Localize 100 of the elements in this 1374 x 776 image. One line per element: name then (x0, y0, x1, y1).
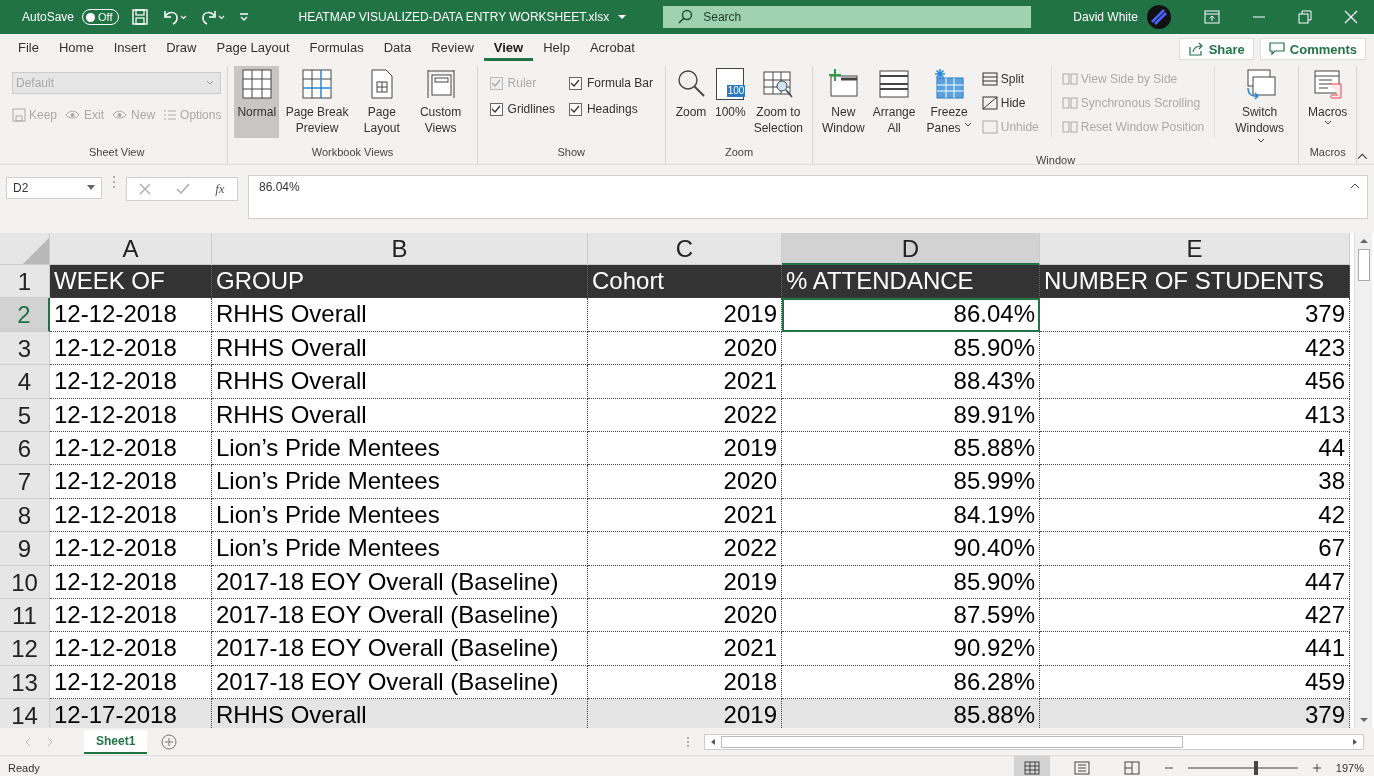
search-field[interactable]: Search (663, 6, 1032, 28)
new-window-icon (827, 68, 860, 100)
table-cell: 87.59% (782, 598, 1040, 633)
ribbon-tab[interactable]: Data (373, 34, 422, 64)
zoom-100-button[interactable]: 100 100% (711, 66, 749, 138)
zoom-in-icon[interactable] (1311, 763, 1322, 773)
check-icon[interactable] (176, 183, 191, 195)
row-header[interactable]: 7 (0, 465, 50, 499)
scroll-left-icon[interactable] (709, 737, 717, 746)
ribbon-checkbox[interactable]: Formula Bar (568, 76, 653, 90)
status-text: Ready (8, 762, 40, 774)
table-cell: 38 (1040, 465, 1350, 499)
document-title[interactable]: HEATMAP VISUALIZED-DATA ENTRY WORKSHEET.xlsx (298, 10, 610, 24)
window-small-button[interactable]: Split (981, 68, 1039, 90)
save-icon (12, 108, 26, 122)
scroll-up-icon[interactable] (1358, 237, 1369, 245)
workbook-view-button[interactable]: Custom Views (410, 66, 471, 138)
horizontal-scrollbar[interactable] (704, 733, 1364, 750)
add-sheet-icon[interactable] (161, 733, 178, 750)
window-button[interactable]: New Window (819, 66, 868, 138)
row-header[interactable]: 2 (0, 298, 50, 332)
window-button[interactable]: Arrange All (869, 66, 919, 138)
row-header[interactable]: 5 (0, 398, 50, 432)
column-header[interactable]: D (782, 233, 1040, 265)
ribbon-checkbox[interactable]: Headings (568, 102, 653, 116)
table-cell: RHHS Overall (212, 699, 588, 728)
caret-icon[interactable] (617, 12, 628, 22)
cancel-icon[interactable] (139, 183, 152, 195)
normal-view-button[interactable] (1013, 756, 1050, 776)
ribbon-tab[interactable]: Home (48, 34, 104, 64)
window-button[interactable]: Freeze Panes (920, 66, 978, 138)
window-small-button[interactable]: Hide (981, 92, 1039, 114)
avatar-icon[interactable] (1146, 4, 1172, 30)
scroll-down-icon[interactable] (1358, 716, 1369, 724)
name-box[interactable]: D2 (6, 177, 102, 199)
scroll-right-icon[interactable] (1351, 737, 1359, 746)
zoom-to-selection-button[interactable]: Zoom to Selection (750, 66, 807, 138)
sheet-tab[interactable]: Sheet1 (84, 729, 148, 754)
ribbon-tab[interactable]: Acrobat (579, 34, 645, 64)
insert-function-button[interactable]: fx (215, 181, 225, 197)
checkmark-icon (491, 78, 502, 88)
page-icon (1073, 761, 1090, 775)
row-header[interactable]: 9 (0, 532, 50, 566)
row-header[interactable]: 10 (0, 565, 50, 599)
workbook-view-button[interactable]: Page Layout (355, 66, 409, 138)
column-header[interactable]: C (588, 233, 782, 265)
zoom-slider-thumb[interactable] (1254, 761, 1259, 775)
table-cell: 85.88% (782, 431, 1040, 466)
table-cell: 85.88% (782, 699, 1040, 728)
ribbon-checkbox[interactable]: Gridlines (489, 102, 555, 116)
ribbon-display-icon[interactable] (1204, 10, 1220, 24)
switch-windows-button[interactable]: Switch Windows (1227, 66, 1293, 154)
collapse-ribbon-icon[interactable] (1357, 152, 1368, 160)
restore-icon[interactable] (1298, 10, 1312, 24)
row-header[interactable]: 1 (0, 265, 50, 299)
column-header[interactable]: B (212, 233, 588, 265)
workbook-view-button[interactable]: Normal (234, 66, 280, 138)
user-name[interactable]: David White (1073, 10, 1138, 24)
row-header[interactable]: 3 (0, 331, 50, 366)
zoom-button[interactable]: Zoom (671, 66, 710, 138)
row-header[interactable]: 4 (0, 365, 50, 399)
table-cell: 2019 (588, 565, 782, 599)
formula-input[interactable]: 86.04% (248, 175, 1368, 219)
row-header[interactable]: 8 (0, 498, 50, 533)
ribbon-tab[interactable]: File (8, 34, 49, 64)
column-header[interactable]: A (50, 233, 212, 265)
ribbon-tab[interactable]: View (483, 37, 534, 61)
close-icon[interactable] (1344, 10, 1358, 24)
table-cell: 2019 (588, 699, 782, 728)
table-cell: 12-17-2018 (50, 699, 212, 728)
ribbon-tab[interactable]: Formulas (299, 34, 374, 64)
row-header[interactable]: 13 (0, 665, 50, 700)
workbook-view-button[interactable]: Page Break Preview (281, 66, 354, 138)
share-button[interactable]: Share (1178, 38, 1254, 60)
table-cell: RHHS Overall (212, 298, 588, 332)
save-icon[interactable] (130, 8, 149, 26)
comments-button[interactable]: Comments (1259, 38, 1366, 60)
table-cell: 427 (1040, 598, 1350, 633)
row-header[interactable]: 11 (0, 598, 50, 633)
ribbon-tab[interactable]: Help (533, 34, 580, 64)
table-cell: 379 (1040, 298, 1350, 332)
zoom-slider[interactable] (1187, 761, 1298, 775)
row-header[interactable]: 14 (0, 699, 50, 728)
ribbon-tab[interactable]: Draw (156, 34, 207, 64)
macros-button[interactable]: Macros (1305, 66, 1351, 138)
zoom-level[interactable]: 197% (1335, 762, 1364, 774)
side-by-side-icon (1061, 120, 1078, 134)
row-header[interactable]: 12 (0, 632, 50, 666)
table-cell: 86.04% (782, 298, 1040, 332)
table-cell: 12-12-2018 (50, 532, 212, 566)
scrollbar-thumb[interactable] (1357, 249, 1370, 281)
table-cell: 2021 (588, 365, 782, 399)
collapse-icon[interactable] (1350, 182, 1360, 190)
table-cell: 456 (1040, 365, 1350, 399)
row-header[interactable]: 6 (0, 431, 50, 466)
ribbon-tab[interactable]: Insert (103, 34, 157, 64)
ribbon-tab[interactable]: Page Layout (206, 34, 300, 64)
ribbon-tab[interactable]: Review (421, 34, 484, 64)
column-header[interactable]: E (1040, 233, 1350, 265)
table-cell: 423 (1040, 331, 1350, 366)
